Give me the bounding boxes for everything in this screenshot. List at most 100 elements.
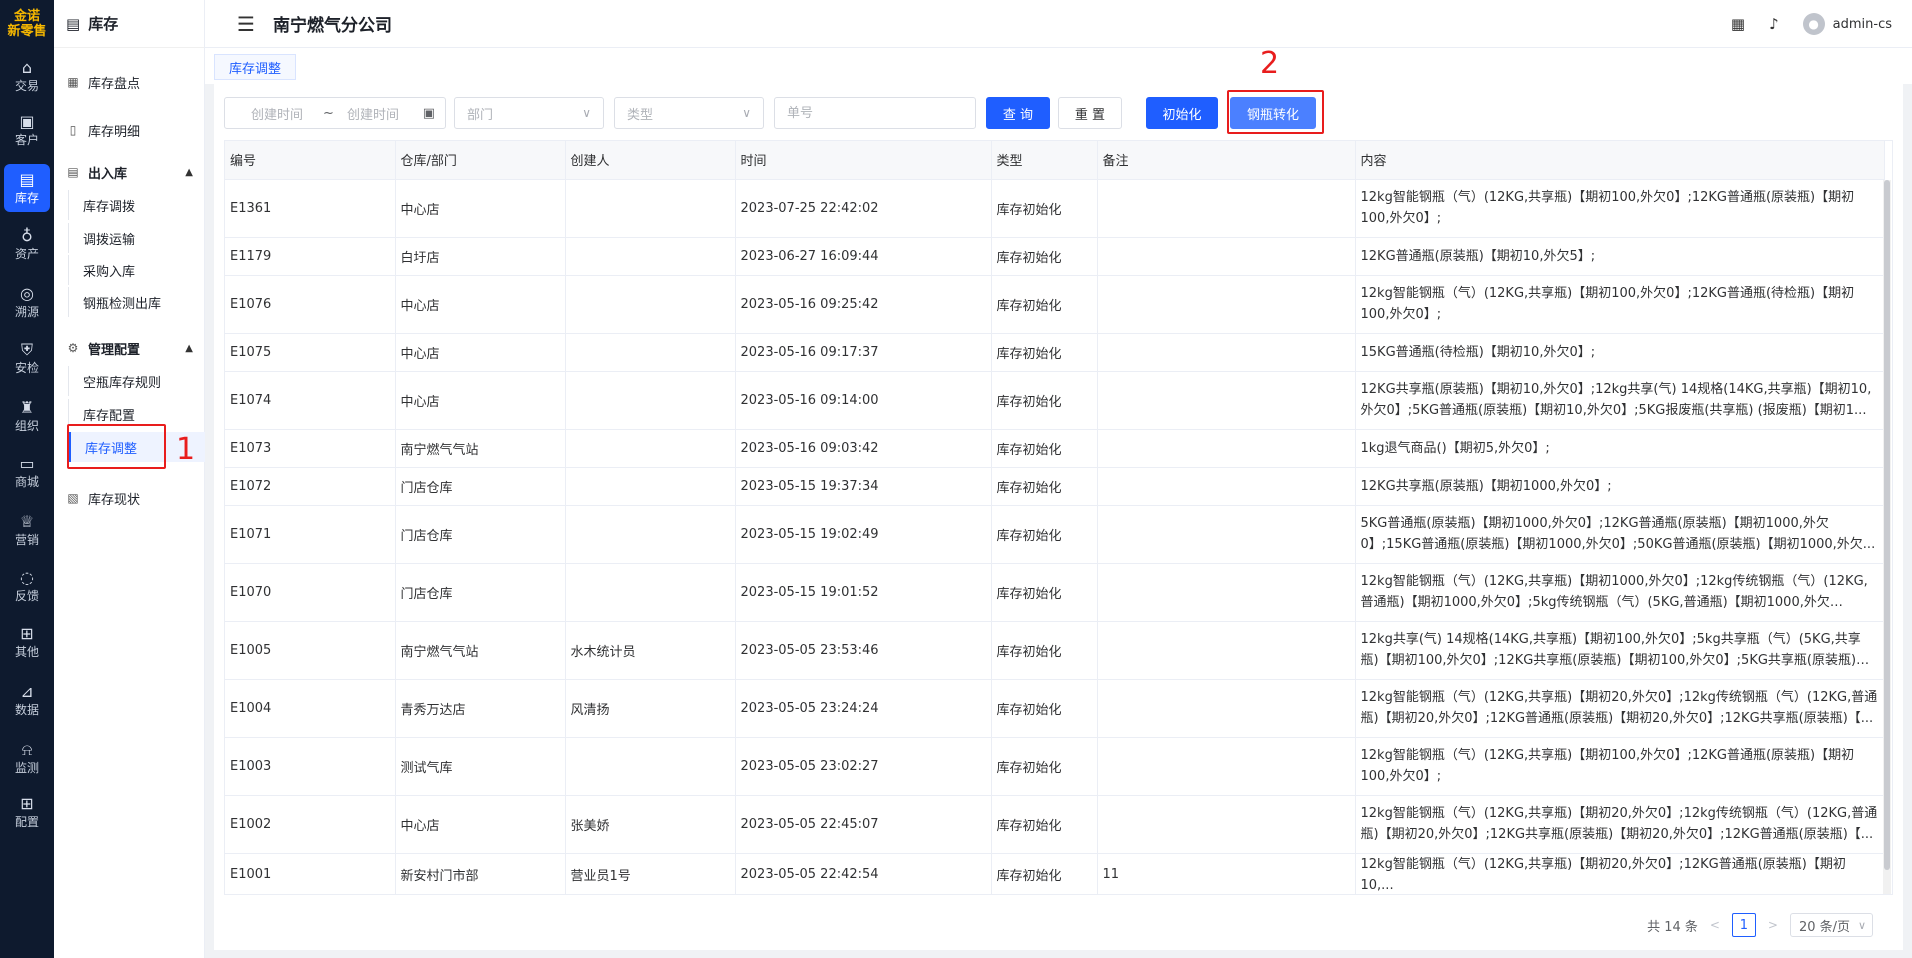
table-cell: 营业员1号 <box>565 853 736 894</box>
table-cell <box>1097 621 1356 680</box>
table-cell: 库存初始化 <box>991 621 1098 680</box>
table-cell: 新安村门市部 <box>395 853 566 894</box>
table-cell: 白圩店 <box>395 237 566 276</box>
page-number[interactable]: 1 <box>1731 913 1756 937</box>
table-scrollbar[interactable] <box>1883 180 1891 894</box>
table-row[interactable]: E1005 南宁燃气气站 水木统计员 2023-05-05 23:53:46 库存初始化… <box>225 621 1885 680</box>
table-cell: 中心店 <box>395 371 566 430</box>
table-row[interactable]: E1071 门店仓库 2023-05-15 19:02:49 库存初始化 5KG普通瓶(… <box>225 505 1885 564</box>
rail-item-12[interactable]: ⍾ 监测 <box>4 734 50 782</box>
table-row[interactable]: E1179 白圩店 2023-06-27 16:09:44 库存初始化 12KG普通瓶(… <box>225 237 1885 276</box>
bell-icon[interactable]: ♪ <box>1769 15 1779 33</box>
sidebar-item-cylinder-out[interactable]: 钢瓶检测出库 <box>68 287 205 317</box>
sidebar-group-manage[interactable]: ⚙ 管理配置 ▲ <box>54 332 205 364</box>
table-cell: 中心店 <box>395 333 566 372</box>
table-row[interactable]: E1001 新安村门市部 营业员1号 2023-05-05 22:42:54 库存初始化… <box>225 853 1885 894</box>
table-cell: 5KG普通瓶(原装瓶)【期初1000,外欠0】;12KG普通瓶(原装瓶)【期初1… <box>1355 505 1885 564</box>
table-cell: 12KG共享瓶(原装瓶)【期初1000,外欠0】; <box>1355 467 1885 506</box>
table-cell: E1003 <box>225 737 396 796</box>
rail-item-0[interactable]: ⌂ 交易 <box>4 52 50 100</box>
rail-item-11[interactable]: ⊿ 数据 <box>4 676 50 724</box>
sidebar-item-transfer[interactable]: 库存调拨 <box>68 190 205 220</box>
content-text: 12KG共享瓶(原装瓶)【期初1000,外欠0】; <box>1360 478 1612 494</box>
rail-item-4[interactable]: ◎ 溯源 <box>4 278 50 326</box>
table-cell: 南宁燃气气站 <box>395 621 566 680</box>
scrollbar-thumb[interactable] <box>1884 180 1890 870</box>
order-number-input[interactable] <box>774 97 976 129</box>
annotation-box-2 <box>1227 90 1324 134</box>
calendar-icon: ▣ <box>422 105 435 121</box>
content-text: 1kg退气商品()【期初5,外欠0】; <box>1360 440 1550 456</box>
table-cell: 中心店 <box>395 275 566 334</box>
qr-code-icon[interactable]: ▦ <box>1731 15 1745 33</box>
table-cell: E1071 <box>225 505 396 564</box>
sidebar-item-empty-rule[interactable]: 空瓶库存规则 <box>68 366 205 396</box>
table-row[interactable]: E1075 中心店 2023-05-16 09:17:37 库存初始化 15KG普通瓶(… <box>225 333 1885 372</box>
adjustment-table: 编号 仓库/部门 创建人 时间 类型 备注 内容 E1361 中心店 2023-07-25 22… <box>224 140 1893 895</box>
table-row[interactable]: E1002 中心店 张美娇 2023-05-05 22:45:07 库存初始化 12kg智… <box>225 795 1885 854</box>
sidebar-item-inv-status[interactable]: ▧ 库存现状 <box>54 482 205 514</box>
sidebar-item-transport[interactable]: 调拨运输 <box>68 223 205 253</box>
chevron-down-icon: ∨ <box>742 106 751 120</box>
sidebar-group-inout[interactable]: ▤ 出入库 ▲ <box>54 156 205 188</box>
rail-item-2[interactable]: ▤ 库存 <box>4 164 50 212</box>
rail-item-1[interactable]: ▣ 客户 <box>4 106 50 154</box>
rail-item-13[interactable]: ⊞ 配置 <box>4 788 50 836</box>
table-row[interactable]: E1073 南宁燃气气站 2023-05-16 09:03:42 库存初始化 1kg退气… <box>225 429 1885 468</box>
rail-item-10[interactable]: ⊞ 其他 <box>4 618 50 666</box>
logo-line-1: 金诺 <box>13 9 40 24</box>
column-header: 仓库/部门 <box>395 141 566 180</box>
menu-toggle-icon[interactable]: ☰ <box>237 12 259 36</box>
table-cell: 门店仓库 <box>395 563 566 622</box>
grid-icon: ⊞ <box>20 793 34 813</box>
chevron-down-icon: ∨ <box>582 106 591 120</box>
content-text: 15KG普通瓶(待检瓶)【期初10,外欠0】; <box>1360 344 1596 360</box>
date-range-picker[interactable]: 创建时间 ~ 创建时间 ▣ <box>224 97 446 129</box>
table-row[interactable]: E1070 门店仓库 2023-05-15 19:01:52 库存初始化 12kg智能钢… <box>225 563 1885 622</box>
username: admin-cs <box>1832 16 1892 32</box>
user-menu[interactable]: ● admin-cs <box>1802 13 1892 35</box>
sidebar-item-purchase-in[interactable]: 采购入库 <box>68 255 205 285</box>
next-page-icon[interactable]: > <box>1766 918 1780 932</box>
table-row[interactable]: E1076 中心店 2023-05-16 09:25:42 库存初始化 12kg智能钢瓶… <box>225 275 1885 334</box>
table-row[interactable]: E1004 青秀万达店 风清扬 2023-05-05 23:24:24 库存初始化 12k… <box>225 679 1885 738</box>
rail-item-5[interactable]: ⛨ 安检 <box>4 334 50 382</box>
column-header: 时间 <box>735 141 992 180</box>
rail-item-9[interactable]: ◌ 反馈 <box>4 562 50 610</box>
rail-item-3[interactable]: ♁ 资产 <box>4 220 50 268</box>
query-button[interactable]: 查 询 <box>986 97 1050 129</box>
sidebar-title-text: 库存 <box>88 15 119 33</box>
table-cell <box>1097 737 1356 796</box>
rail-item-label: 溯源 <box>14 304 39 319</box>
table-cell: 2023-05-16 09:17:37 <box>735 333 992 372</box>
rail-item-label: 配置 <box>14 814 39 829</box>
inventory-icon: ▤ <box>19 169 35 189</box>
prev-page-icon[interactable]: < <box>1708 918 1722 932</box>
table-row[interactable]: E1003 测试气库 2023-05-05 23:02:27 库存初始化 12kg智能钢… <box>225 737 1885 796</box>
shield-icon: ⛨ <box>20 339 33 359</box>
content-text: 12kg智能钢瓶（气）(12KG,共享瓶)【期初100,外欠0】;12KG普通瓶… <box>1360 190 1855 226</box>
brand-logo[interactable]: 金诺 新零售 <box>0 0 54 48</box>
rail-item-label: 交易 <box>14 78 39 93</box>
table-row[interactable]: E1361 中心店 2023-07-25 22:42:02 库存初始化 12kg智能钢瓶… <box>225 179 1885 238</box>
reset-button[interactable]: 重 置 <box>1058 97 1122 129</box>
table-row[interactable]: E1074 中心店 2023-05-16 09:14:00 库存初始化 12KG共享瓶(… <box>225 371 1885 430</box>
type-select[interactable]: 类型 ∨ <box>614 97 764 129</box>
rail-item-7[interactable]: ▭ 商城 <box>4 448 50 496</box>
table-row[interactable]: E1072 门店仓库 2023-05-15 19:37:34 库存初始化 12KG共享瓶… <box>225 467 1885 506</box>
table-cell: 库存初始化 <box>991 795 1098 854</box>
tab-inventory-adjust[interactable]: 库存调整 <box>214 54 297 80</box>
table-cell: 12kg智能钢瓶（气）(12KG,共享瓶)【期初100,外欠0】;12KG普通瓶… <box>1355 179 1885 238</box>
sidebar-item-inventory-detail[interactable]: ▯ 库存明细 <box>54 114 205 146</box>
initialize-button[interactable]: 初始化 <box>1146 97 1218 129</box>
table-cell: 2023-05-16 09:03:42 <box>735 429 992 468</box>
sidebar-item-inventory-check[interactable]: ▦ 库存盘点 <box>54 66 205 98</box>
column-header: 备注 <box>1097 141 1356 180</box>
rail-item-8[interactable]: ♕ 营销 <box>4 506 50 554</box>
table-cell: 2023-06-27 16:09:44 <box>735 237 992 276</box>
inventory-sidebar: ▤ 库存 ▦ 库存盘点 ▯ 库存明细 ▤ 出入库 ▲ 库存调拨 调拨运输 采购入… <box>54 0 205 958</box>
page-size-select[interactable]: 20 条/页 ∨ <box>1789 913 1873 937</box>
rail-item-label: 组织 <box>14 418 39 433</box>
rail-item-6[interactable]: ♜ 组织 <box>4 392 50 440</box>
dept-select[interactable]: 部门 ∨ <box>454 97 604 129</box>
